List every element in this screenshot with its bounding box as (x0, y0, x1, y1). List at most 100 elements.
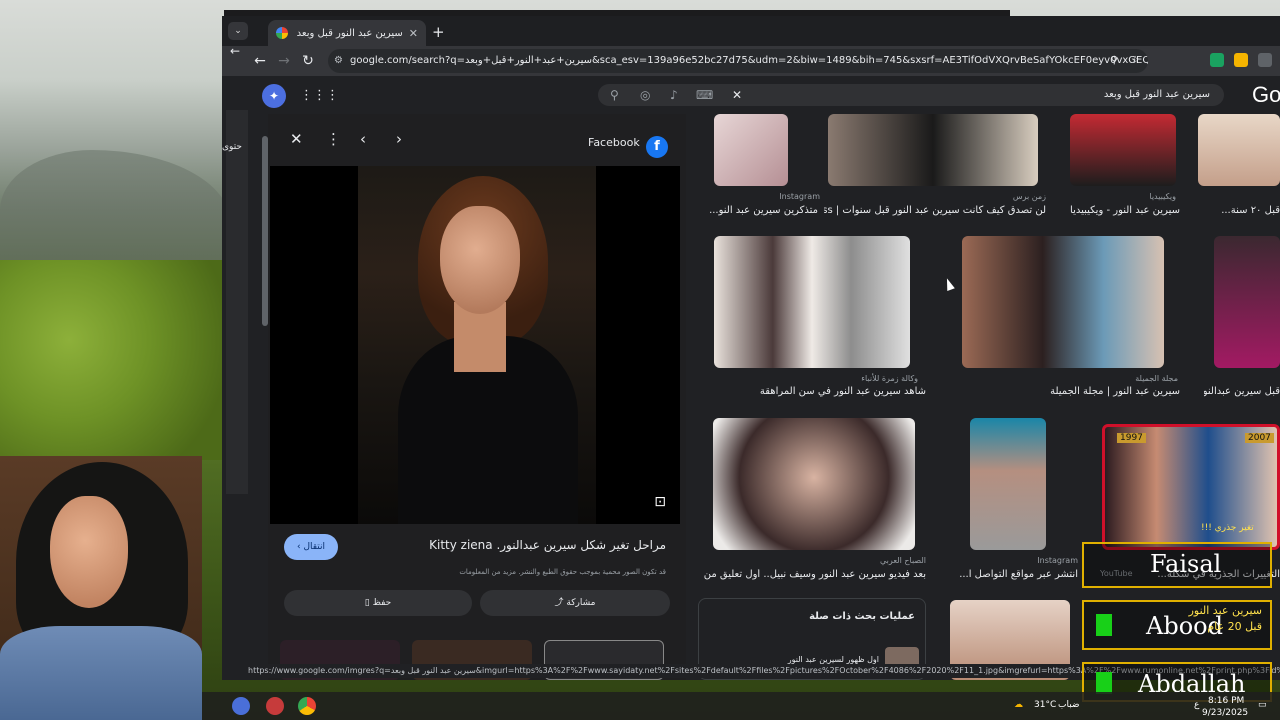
bookmark-star-icon[interactable]: ☆ (1131, 49, 1140, 73)
radical-change-label: تغير جذري !!! (1201, 523, 1254, 533)
side-back-icon[interactable]: ← (230, 44, 240, 58)
google-logo[interactable]: Go (1252, 82, 1280, 108)
reload-icon[interactable]: ↻ (296, 53, 320, 69)
year-1997-label: 1997 (1117, 433, 1146, 443)
result-caption-6[interactable]: سيرين عبد النور | مجلة الجميلة (1002, 386, 1180, 397)
result-caption-8[interactable]: بعد فيديو سيرين عبد النور وسيف نبيل.. أو… (702, 569, 926, 580)
share-label: مشاركة (566, 598, 596, 608)
visit-label: انتقال (303, 542, 326, 552)
address-bar[interactable]: ⚙ google.com/search?q=سيرين+عبد+النور+قب… (328, 49, 1148, 73)
close-preview-icon[interactable]: ✕ (290, 130, 303, 148)
tab-search-button[interactable]: ⌄ (228, 22, 248, 40)
lens-icon[interactable]: ◎ (640, 84, 650, 106)
result-caption-1[interactable]: متذكرين سيرين عبد النو... (694, 205, 818, 216)
clock-date[interactable]: 9/23/2025 (1202, 708, 1248, 718)
webcam-overlay (0, 456, 202, 720)
zoom-icon[interactable]: ⚲ (1111, 49, 1118, 73)
result-caption-4[interactable]: قبل ٢٠ سنة... (1208, 205, 1280, 216)
clock-time[interactable]: 8:16 PM (1208, 696, 1244, 706)
result-image-5[interactable] (714, 236, 910, 368)
keyboard-icon[interactable]: ⌨ (696, 84, 713, 106)
result-caption-3[interactable]: سيرين عبد النور - ويكيبيديا (1070, 205, 1180, 216)
image-preview-panel: ✕ ⋮ ‹ › Facebook f ⊡ ‹ انتقال مراحل تغير… (268, 114, 686, 680)
result-caption-7[interactable]: قبل سيرين عبدالنو... (1204, 386, 1280, 397)
result-image-10[interactable]: 1997 2007 تغير جذري !!! (1102, 424, 1280, 550)
save-label: حفظ (372, 598, 392, 608)
result-site-8: الصباح العربي (880, 556, 926, 565)
close-tab-icon[interactable]: ✕ (409, 27, 418, 40)
copyright-note[interactable]: قد تكون الصور محمية بموجب حقوق الطبع وال… (368, 568, 666, 576)
preview-toolbar: ✕ ⋮ ‹ › Facebook f (268, 114, 686, 166)
back-icon[interactable]: ← (248, 53, 272, 69)
left-side-panel (226, 110, 248, 494)
portrait-photo (358, 166, 596, 524)
previous-image-icon[interactable]: ‹ (360, 130, 366, 148)
result-site-6: مجلة الجميلة (1135, 374, 1178, 383)
weather-icon: ☁ (1014, 700, 1023, 710)
share-icon: ⤴ (554, 598, 567, 608)
extensions-puzzle-icon[interactable] (1258, 53, 1272, 67)
google-apps-icon[interactable]: ⋮⋮⋮ (300, 88, 339, 103)
result-caption-2[interactable]: لن تصدق كيف كانت سيرين عبد النور قبل سنو… (824, 205, 1046, 216)
promo-name: سيرين عبد النور (1188, 604, 1262, 617)
weather-temp: 31°C (1034, 700, 1057, 710)
url-text: google.com/search?q=سيرين+عبد+النور+قبل+… (350, 55, 1148, 66)
language-indicator[interactable]: ع (1194, 700, 1199, 710)
promo-sub: قبل 20 عام (1207, 620, 1262, 633)
result-site-1: Instagram (779, 192, 820, 201)
app-icon[interactable] (232, 697, 250, 715)
jacket-shape (0, 626, 202, 720)
result-site-3: ويكيبيديا (1149, 192, 1176, 201)
result-image-4[interactable] (1198, 114, 1280, 186)
result-image-6[interactable] (962, 236, 1164, 368)
preview-image[interactable]: ⊡ (270, 166, 680, 524)
side-content-label: حتوى (222, 142, 242, 152)
tab-bar: ⌄ سيرين عبد النور قبل وبعد - بحث ✕ + (222, 16, 1280, 46)
result-site-2: زمن برس (1012, 192, 1046, 201)
result-image-1[interactable] (714, 114, 788, 186)
preview-source[interactable]: Facebook (588, 136, 640, 149)
result-image-9[interactable] (970, 418, 1046, 550)
result-caption-5[interactable]: شاهد سيرين عبد النور في سن المراهقة (714, 386, 926, 397)
moss-scenery (0, 260, 230, 460)
next-image-icon[interactable]: › (396, 130, 402, 148)
new-tab-button[interactable]: + (432, 23, 445, 41)
bookmark-icon: ▯ (364, 598, 373, 608)
result-image-8[interactable] (713, 418, 915, 550)
result-caption-9[interactable]: انتشر عبر مواقع التواصل ا... (952, 569, 1078, 580)
result-image-3[interactable] (1070, 114, 1176, 186)
more-options-icon[interactable]: ⋮ (326, 130, 341, 148)
search-query: سيرين عبد النور قبل وبعد (1103, 89, 1210, 100)
result-image-2[interactable] (828, 114, 1038, 186)
google-header: ✦ ⋮⋮⋮ ⚲ ◎ ♪ ⌨ ✕ سيرين عبد النور قبل وبعد… (222, 76, 1280, 114)
result-image-7[interactable] (1214, 236, 1280, 368)
shield-extension-icon[interactable] (1210, 53, 1224, 67)
related-search-item[interactable]: اول ظهور لسيرين عبد النور (788, 655, 879, 664)
chrome-icon[interactable] (298, 697, 316, 715)
overlay-name: Faisal (1150, 550, 1222, 578)
taskbar: ☁ 31°C ضباب ع 8:16 PM 9/23/2025 ▭ (202, 692, 1280, 720)
gemini-icon[interactable]: ✦ (262, 84, 286, 108)
tab-google-search[interactable]: سيرين عبد النور قبل وبعد - بحث ✕ (268, 20, 426, 46)
result-site-5: وكالة زمرة للأنباء (861, 374, 918, 383)
related-searches-heading: عمليات بحث ذات صلة (809, 611, 915, 622)
visit-button[interactable]: ‹ انتقال (284, 534, 338, 560)
site-info-icon[interactable]: ⚙ (334, 49, 343, 73)
share-button[interactable]: ⤴ مشاركة (480, 590, 670, 616)
weather-label: ضباب (1058, 700, 1080, 710)
preview-scrollbar[interactable] (262, 136, 268, 326)
extension-icon[interactable] (1234, 53, 1248, 67)
lens-search-icon[interactable]: ⊡ (654, 494, 666, 510)
result-site-9: Instagram (1037, 556, 1078, 565)
notification-icon[interactable]: ▭ (1258, 700, 1267, 710)
overlay-name-card: Abood سيرين عبد النور قبل 20 عام (1082, 600, 1272, 650)
forward-icon[interactable]: → (272, 53, 296, 69)
clear-search-icon[interactable]: ✕ (732, 84, 742, 106)
preview-title[interactable]: مراحل تغير شكل سيرين عبدالنور. Kitty zie… (388, 538, 666, 552)
search-icon[interactable]: ⚲ (610, 84, 619, 106)
overlay-green-marker (1096, 672, 1112, 694)
google-search-box[interactable]: ⚲ ◎ ♪ ⌨ ✕ سيرين عبد النور قبل وبعد (598, 84, 1224, 106)
mic-icon[interactable]: ♪ (670, 84, 678, 106)
save-button[interactable]: ▯ حفظ (284, 590, 472, 616)
recording-app-icon[interactable] (266, 697, 284, 715)
